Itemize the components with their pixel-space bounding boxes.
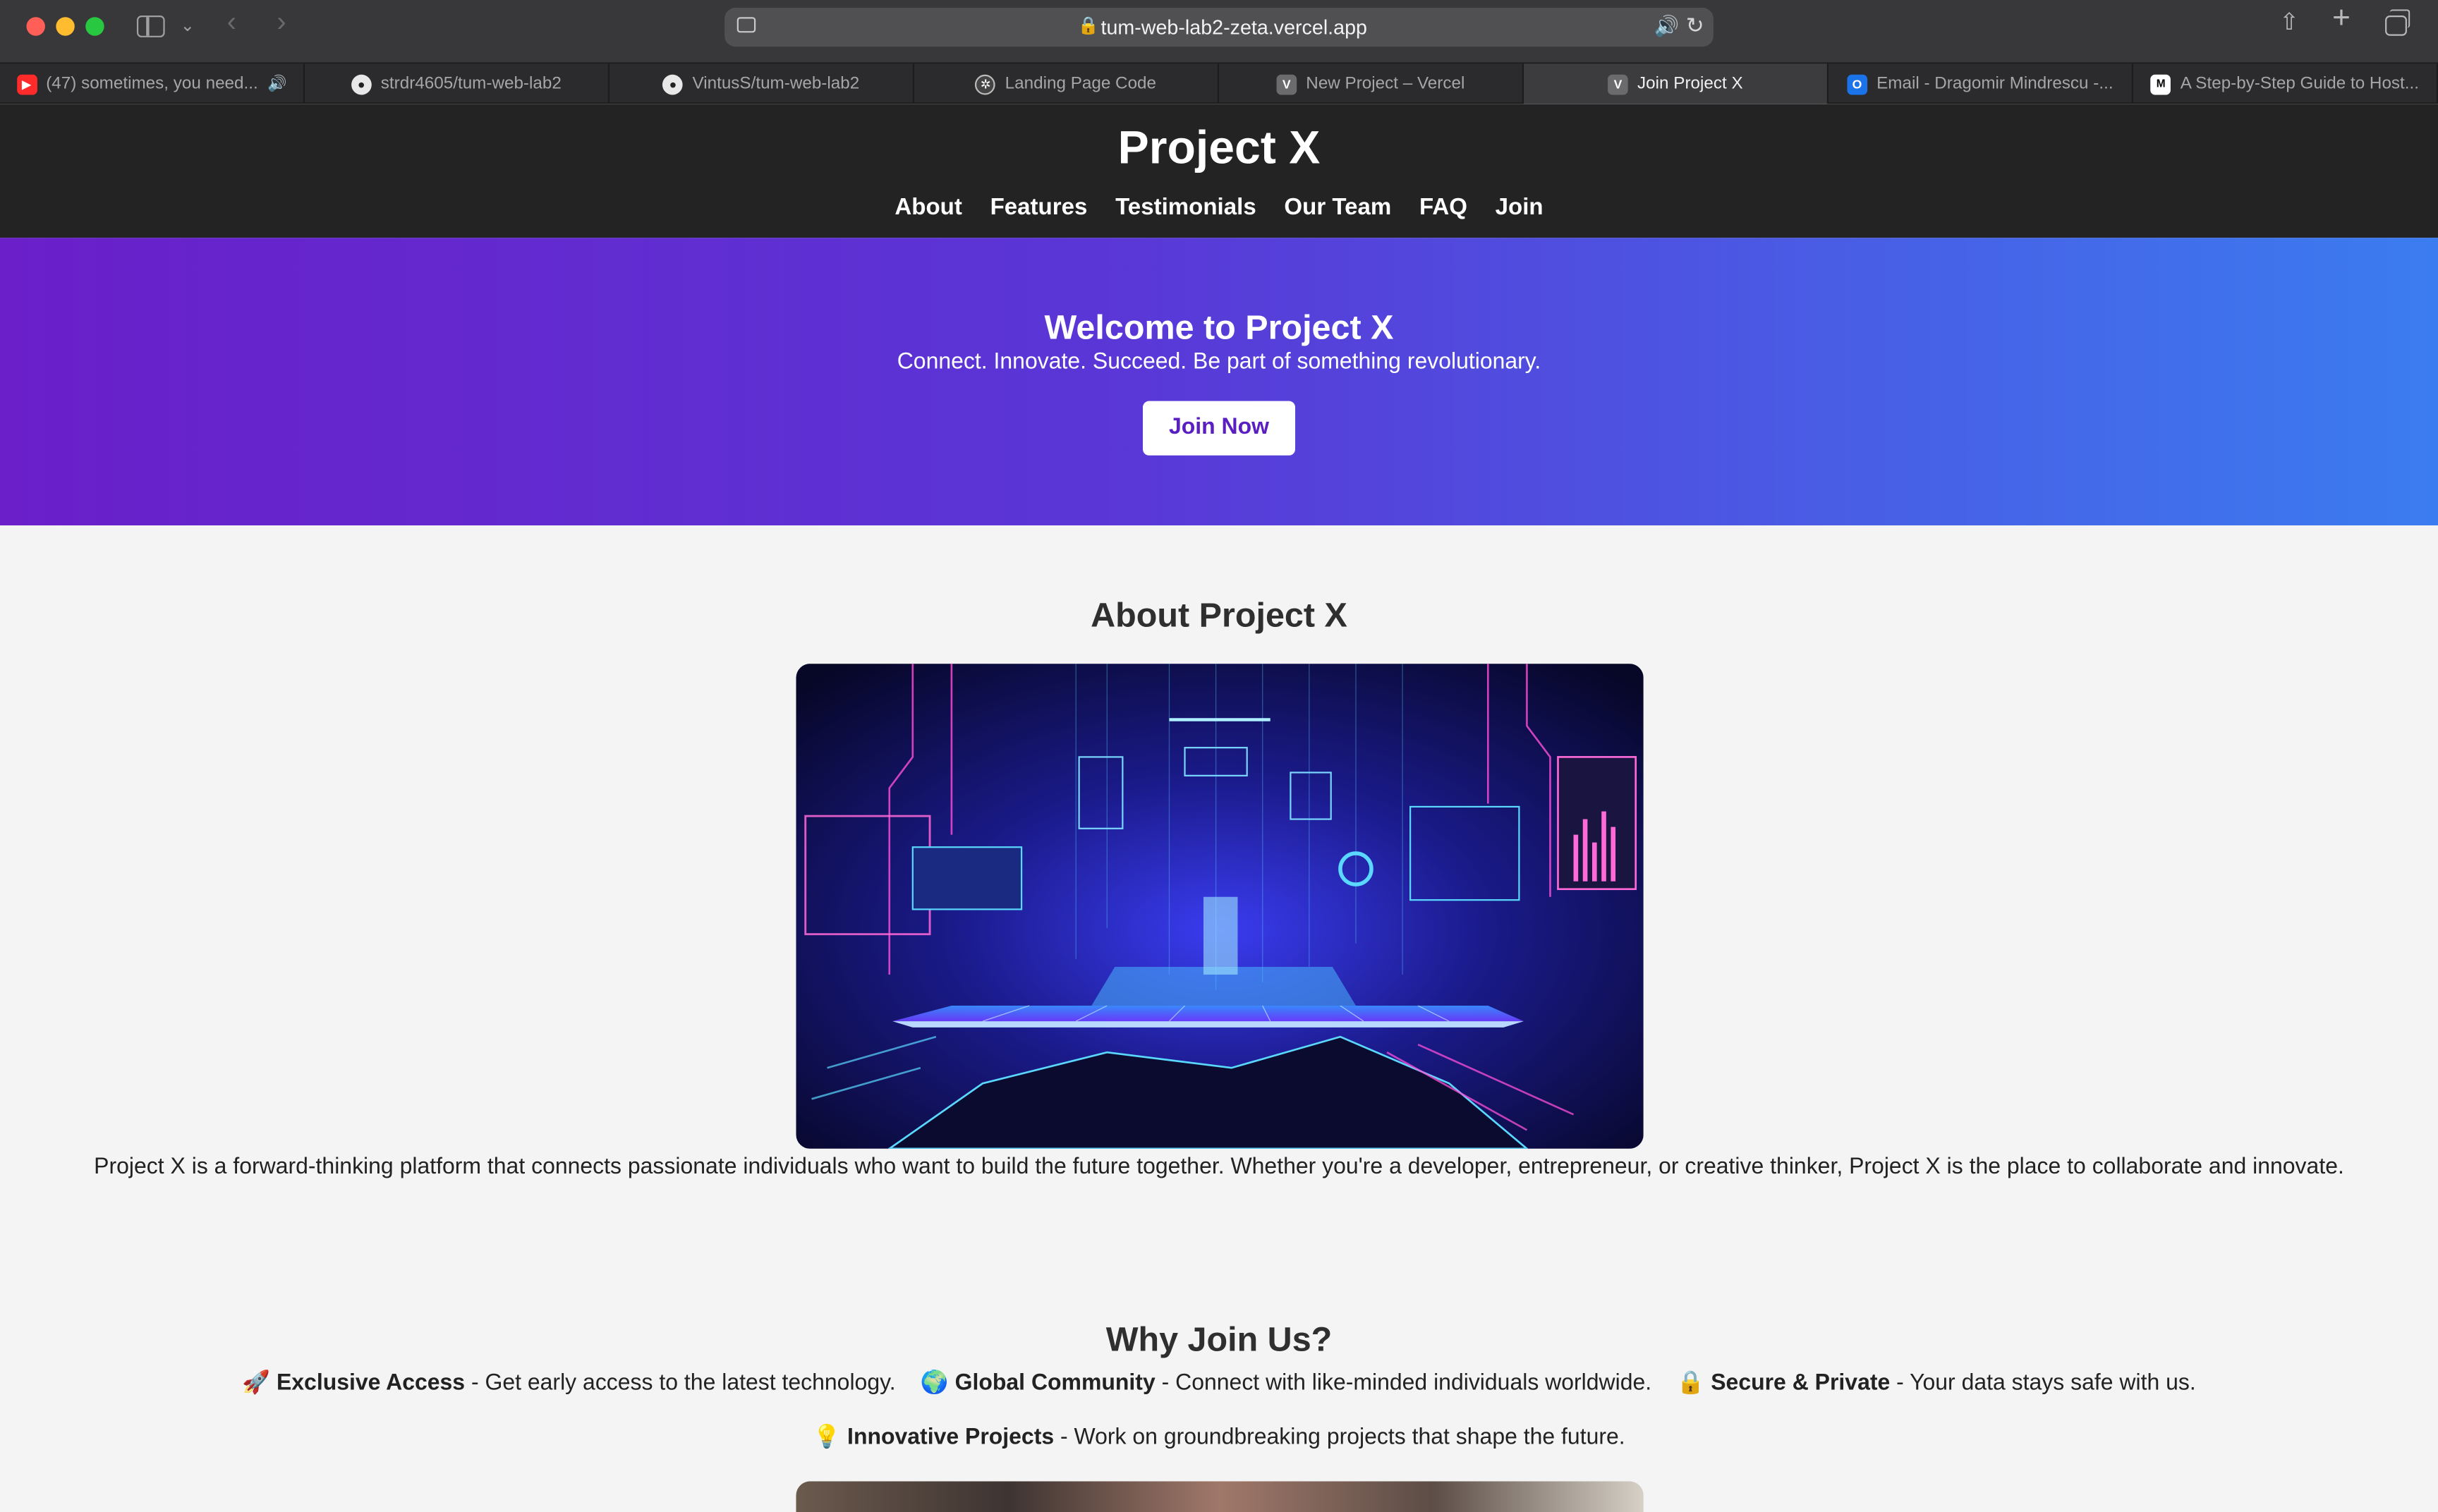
vercel-icon: V	[1276, 73, 1297, 94]
about-text: Project X is a forward-thinking platform…	[94, 1154, 2344, 1180]
speaker-icon[interactable]: 🔊	[267, 75, 286, 92]
benefits-row: 🚀 Exclusive Access - Get early access to…	[0, 1370, 2438, 1396]
nav-link-our-team[interactable]: Our Team	[1284, 195, 1391, 221]
new-tab-icon[interactable]: +	[2332, 3, 2351, 34]
why-join-section: Why Join Us? 🚀 Exclusive Access - Get ea…	[0, 1318, 2438, 1450]
browser-tab[interactable]: ▶ (47) sometimes, you need... 🔊	[0, 63, 305, 104]
back-icon[interactable]: ‹	[227, 8, 236, 36]
tab-label: Email - Dragomir Mindrescu -...	[1876, 74, 2113, 94]
address-bar[interactable]: 🔒 tum-web-lab2-zeta.vercel.app 🔊 ↻	[724, 8, 1714, 47]
benefit-text: - Your data stays safe with us.	[1890, 1371, 2196, 1396]
web-page: Project X About Features Testimonials Ou…	[0, 104, 2438, 1512]
lock-icon: 🔒	[1676, 1371, 1705, 1396]
browser-tab-active[interactable]: V Join Project X	[1524, 63, 1829, 104]
sidebar-icon[interactable]	[136, 16, 165, 37]
maximize-window-button[interactable]	[85, 17, 104, 36]
vercel-icon: V	[1608, 73, 1628, 94]
nav-link-join[interactable]: Join	[1496, 195, 1544, 221]
tab-label: strdr4605/tum-web-lab2	[380, 74, 562, 94]
globe-icon: 🌍	[920, 1371, 949, 1396]
browser-tab[interactable]: ✲ Landing Page Code	[914, 63, 1220, 104]
benefits-row: 💡 Innovative Projects - Work on groundbr…	[0, 1424, 2438, 1450]
tab-label: (47) sometimes, you need...	[46, 74, 258, 94]
benefit-title: Exclusive Access	[276, 1371, 466, 1396]
nav-link-about[interactable]: About	[894, 195, 962, 221]
site-title: Project X	[1117, 123, 1321, 174]
benefit-title: Secure & Private	[1711, 1371, 1891, 1396]
benefit-text: - Get early access to the latest technol…	[465, 1371, 896, 1396]
share-icon[interactable]: ⇧	[2279, 9, 2299, 37]
browser-toolbar: ⌄ ‹ › 🔒 tum-web-lab2-zeta.vercel.app 🔊 ↻…	[0, 0, 2438, 63]
community-image	[796, 1481, 1644, 1512]
browser-tab[interactable]: O Email - Dragomir Mindrescu -...	[1828, 63, 2134, 104]
reload-icon[interactable]: ↻	[1686, 13, 1704, 39]
lightbulb-icon: 💡	[813, 1425, 842, 1451]
nav-link-features[interactable]: Features	[990, 195, 1088, 221]
nav-link-faq[interactable]: FAQ	[1419, 195, 1467, 221]
site-nav: About Features Testimonials Our Team FAQ…	[0, 195, 2438, 221]
site-header: Project X About Features Testimonials Ou…	[0, 104, 2438, 238]
tab-label: New Project – Vercel	[1306, 74, 1465, 94]
benefit-item: 🔒 Secure & Private - Your data stays saf…	[1677, 1371, 2196, 1396]
benefit-item: 🌍 Global Community - Connect with like-m…	[921, 1371, 1651, 1396]
about-image	[795, 664, 1643, 1149]
tab-label: Landing Page Code	[1005, 74, 1157, 94]
github-icon: ●	[351, 73, 372, 94]
hero-section: Welcome to Project X Connect. Innovate. …	[0, 238, 2438, 525]
youtube-icon: ▶	[16, 73, 37, 94]
close-window-button[interactable]	[26, 17, 45, 36]
benefit-text: - Work on groundbreaking projects that s…	[1054, 1425, 1625, 1451]
browser-tab[interactable]: V New Project – Vercel	[1219, 63, 1524, 104]
benefit-item: 💡 Innovative Projects - Work on groundbr…	[813, 1425, 1625, 1450]
about-section: About Project X Project X is a forward-t…	[0, 594, 2438, 1180]
tab-label: A Step-by-Step Guide to Host...	[2180, 74, 2419, 94]
nav-link-testimonials[interactable]: Testimonials	[1115, 195, 1256, 221]
page-menu-icon[interactable]	[736, 17, 756, 33]
rocket-icon: 🚀	[242, 1371, 271, 1396]
forward-icon[interactable]: ›	[277, 8, 286, 36]
tab-label: VintusS/tum-web-lab2	[692, 74, 860, 94]
hero-tagline: Connect. Innovate. Succeed. Be part of s…	[897, 349, 1541, 375]
about-heading: About Project X	[1091, 595, 1347, 635]
medium-icon: M	[2150, 73, 2171, 94]
benefit-item: 🚀 Exclusive Access - Get early access to…	[242, 1371, 895, 1396]
url-text[interactable]: tum-web-lab2-zeta.vercel.app	[1101, 16, 1367, 39]
chatgpt-icon: ✲	[975, 73, 996, 94]
benefit-title: Global Community	[954, 1371, 1156, 1396]
tab-overview-icon[interactable]	[2385, 9, 2410, 36]
chevron-down-icon[interactable]: ⌄	[181, 13, 195, 41]
outlook-icon: O	[1847, 73, 1867, 94]
benefit-title: Innovative Projects	[847, 1425, 1055, 1451]
minimize-window-button[interactable]	[56, 17, 75, 36]
browser-tab[interactable]: ● strdr4605/tum-web-lab2	[305, 63, 610, 104]
github-icon: ●	[662, 73, 684, 94]
tab-label: Join Project X	[1637, 74, 1743, 94]
lock-icon: 🔒	[1077, 17, 1099, 36]
benefit-text: - Connect with like-minded individuals w…	[1155, 1371, 1652, 1396]
audio-playing-icon[interactable]: 🔊	[1654, 14, 1680, 39]
hero-heading: Welcome to Project X	[1044, 307, 1394, 347]
join-now-button[interactable]: Join Now	[1142, 401, 1296, 456]
why-heading: Why Join Us?	[1105, 1319, 1333, 1359]
browser-tab[interactable]: ● VintusS/tum-web-lab2	[610, 63, 915, 104]
browser-tab[interactable]: M A Step-by-Step Guide to Host...	[2133, 63, 2438, 104]
tab-bar: ▶ (47) sometimes, you need... 🔊 ● strdr4…	[0, 62, 2438, 104]
